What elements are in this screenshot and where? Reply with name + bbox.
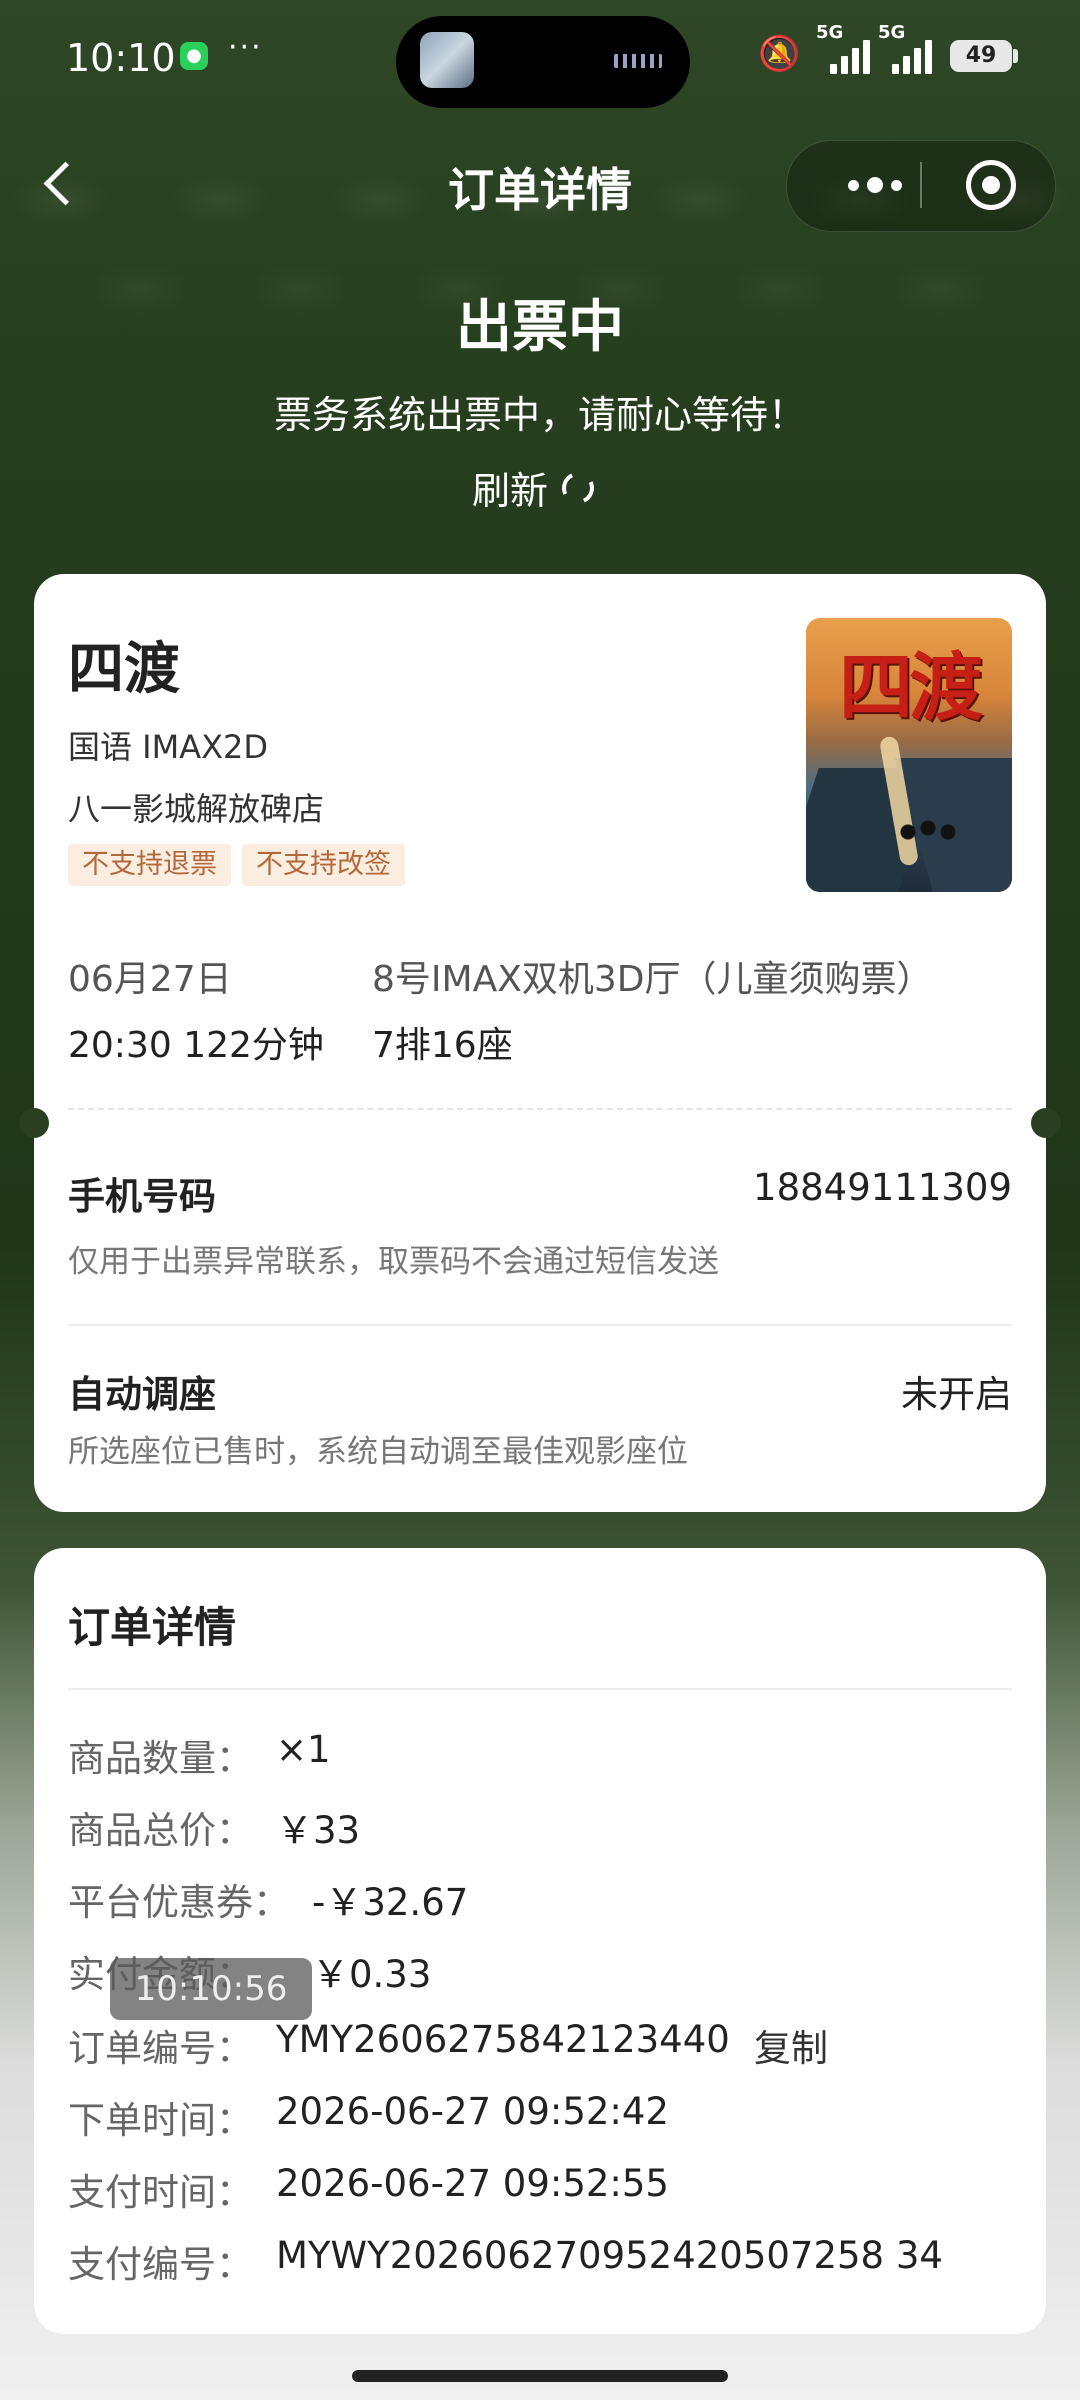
- auto-seat-label: 自动调座: [68, 1373, 216, 1416]
- show-time-duration: 20:30 122分钟: [68, 1025, 324, 1066]
- copy-order-number-button[interactable]: 复制: [754, 2018, 828, 2072]
- auto-seat-hint: 所选座位已售时，系统自动调至最佳观影座位: [68, 1434, 688, 1470]
- wechat-notification-icon: ●: [180, 42, 208, 70]
- phone-value: 18849111309: [753, 1166, 1012, 1209]
- audio-wave-icon: [614, 54, 662, 68]
- phone-hint: 仅用于出票异常联系，取票码不会通过短信发送: [68, 1244, 719, 1280]
- battery-tip: [1013, 49, 1018, 63]
- pay-time-label: 支付时间：: [68, 2171, 253, 2214]
- ticket-notch-right: [1031, 1108, 1061, 1138]
- order-number-value: YMY2606275842123440: [276, 2018, 730, 2061]
- paid-amount-value: ￥0.33: [312, 1953, 432, 1996]
- tag-no-refund: 不支持退票: [68, 844, 231, 886]
- home-indicator[interactable]: [352, 2370, 728, 2382]
- refresh-button[interactable]: 刷新: [472, 460, 599, 515]
- order-details-card: 订单详情 商品数量： ×1 商品总价： ￥33 平台优惠券： -￥32.67 实…: [34, 1548, 1046, 2334]
- quantity-label: 商品数量：: [68, 1737, 253, 1780]
- capsule-divider: [920, 162, 922, 208]
- auto-seat-toggle[interactable]: 未开启: [901, 1364, 1012, 1418]
- screen-recording-timestamp: 10:10:56: [110, 1958, 312, 2020]
- order-number-label: 订单编号：: [68, 2027, 253, 2070]
- ticket-dashed-divider: [68, 1108, 1012, 1110]
- mute-icon: 🔕: [758, 34, 801, 74]
- ticket-status-description: 票务系统出票中，请耐心等待！: [273, 393, 806, 437]
- poster-riders: [898, 814, 958, 850]
- phone-label: 手机号码: [68, 1175, 216, 1218]
- order-title-divider: [68, 1688, 1012, 1690]
- show-date: 06月27日: [68, 959, 232, 1000]
- ticket-card: 四渡 国语 IMAX2D 八一影城解放碑店 不支持退票 不支持改签 四渡 06月…: [19, 574, 1061, 1512]
- total-price-label: 商品总价：: [68, 1809, 253, 1852]
- seat-info: 7排16座: [372, 1025, 513, 1066]
- dot-icon: [891, 179, 902, 191]
- more-menu-button[interactable]: [820, 140, 930, 230]
- more-notifications-indicator: ···: [228, 30, 263, 65]
- dot-icon: [848, 179, 859, 191]
- movie-title: 四渡: [68, 637, 180, 702]
- ticket-status-title: 出票中: [456, 295, 624, 360]
- movie-poster[interactable]: 四渡: [806, 618, 1012, 892]
- status-time: 10:10: [66, 36, 176, 80]
- battery-indicator: 49: [950, 40, 1012, 72]
- dot-icon: [867, 177, 883, 193]
- show-hall: 8号IMAX双机3D厅（儿童须购票）: [372, 959, 933, 1000]
- coupon-value: -￥32.67: [312, 1881, 469, 1924]
- order-details-title: 订单详情: [68, 1603, 237, 1652]
- movie-language-format: 国语 IMAX2D: [68, 728, 269, 766]
- coupon-label: 平台优惠券：: [68, 1881, 290, 1924]
- pay-number-label: 支付编号：: [68, 2243, 253, 2286]
- refresh-icon: [557, 466, 599, 509]
- pay-time-value: 2026-06-27 09:52:55: [276, 2162, 669, 2205]
- row-divider: [68, 1324, 1012, 1326]
- poster-title: 四渡: [839, 645, 983, 731]
- order-time-label: 下单时间：: [68, 2099, 253, 2142]
- signal-icon-2: [892, 38, 938, 74]
- media-thumbnail: [420, 32, 474, 88]
- total-price-value: ￥33: [276, 1809, 361, 1852]
- refresh-label: 刷新: [472, 469, 549, 513]
- quantity-value: ×1: [276, 1728, 331, 1771]
- pay-number-value: MYWY202606270952420507258 34: [276, 2234, 943, 2277]
- cinema-name: 八一影城解放碑店: [68, 790, 325, 828]
- tag-no-change: 不支持改签: [242, 844, 405, 886]
- close-miniprogram-button[interactable]: [966, 160, 1016, 210]
- signal-icon-1: [830, 38, 876, 74]
- order-time-value: 2026-06-27 09:52:42: [276, 2090, 669, 2133]
- ticket-notch-left: [19, 1108, 49, 1138]
